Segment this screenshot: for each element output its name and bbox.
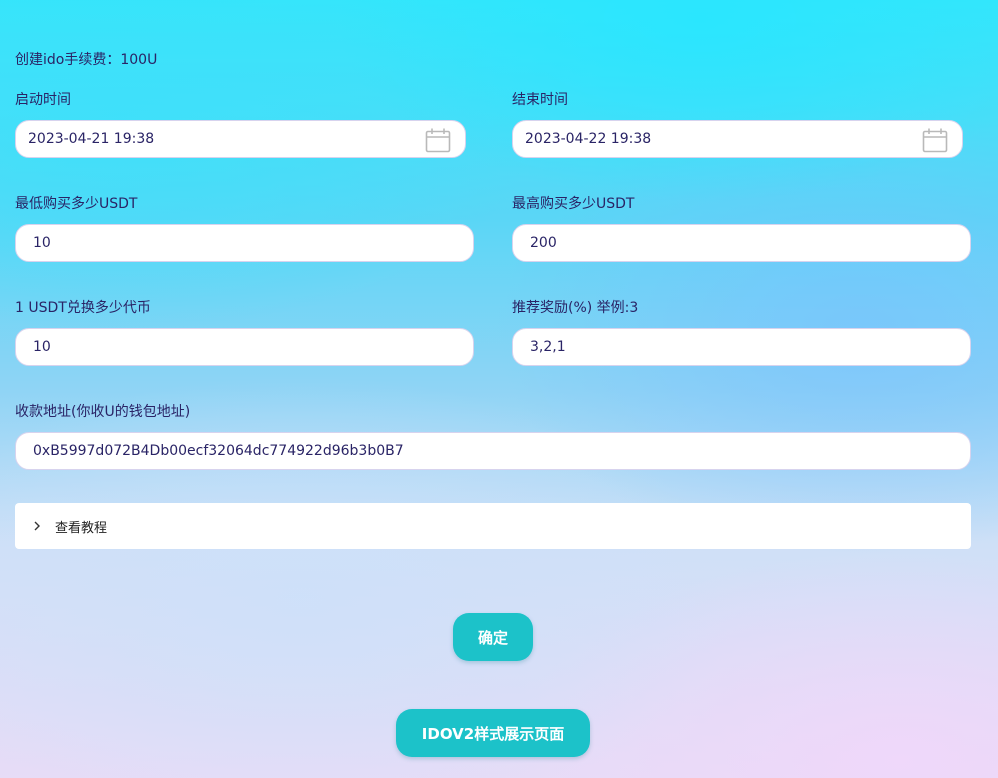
min-buy-value: 10 [33, 235, 51, 251]
referral-label: 推荐奖励(%) 举例:3 [512, 300, 639, 316]
end-time-value: 2023-04-22 19:38 [525, 131, 652, 147]
idov2-demo-button[interactable]: IDOV2样式展示页面 [396, 709, 590, 757]
calendar-icon[interactable] [922, 127, 948, 153]
address-label: 收款地址(你收U的钱包地址) [15, 404, 191, 420]
address-value: 0xB5997d072B4Db00ecf32064dc774922d96b3b0… [33, 443, 404, 459]
referral-input[interactable]: 3,2,1 [512, 328, 971, 366]
end-time-input[interactable]: 2023-04-22 19:38 [512, 120, 963, 158]
confirm-button[interactable]: 确定 [453, 613, 533, 661]
chevron-right-icon [34, 521, 40, 531]
fee-text: 创建ido手续费：100U [15, 52, 158, 68]
tutorial-label: 查看教程 [55, 520, 108, 536]
max-buy-input[interactable]: 200 [512, 224, 971, 262]
address-input[interactable]: 0xB5997d072B4Db00ecf32064dc774922d96b3b0… [15, 432, 971, 470]
start-time-label: 启动时间 [15, 92, 71, 108]
min-buy-label: 最低购买多少USDT [15, 196, 138, 212]
tutorial-collapse[interactable]: 查看教程 [15, 503, 971, 549]
rate-value: 10 [33, 339, 51, 355]
calendar-icon[interactable] [425, 127, 451, 153]
referral-value: 3,2,1 [530, 339, 566, 355]
start-time-input[interactable]: 2023-04-21 19:38 [15, 120, 466, 158]
max-buy-value: 200 [530, 235, 557, 251]
start-time-value: 2023-04-21 19:38 [28, 131, 155, 147]
rate-label: 1 USDT兑换多少代币 [15, 300, 151, 316]
rate-input[interactable]: 10 [15, 328, 474, 366]
max-buy-label: 最高购买多少USDT [512, 196, 635, 212]
end-time-label: 结束时间 [512, 92, 568, 108]
min-buy-input[interactable]: 10 [15, 224, 474, 262]
